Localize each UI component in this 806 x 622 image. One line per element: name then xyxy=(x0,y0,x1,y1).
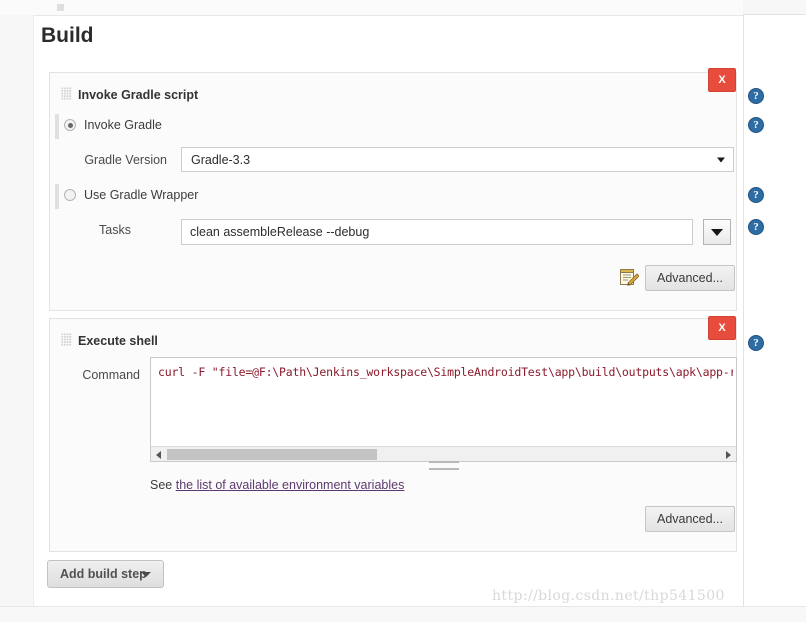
help-icon-gradle-wrapper[interactable]: ? xyxy=(748,187,764,203)
build-step-title-shell: Execute shell xyxy=(78,334,158,348)
advanced-button-shell[interactable]: Advanced... xyxy=(645,506,735,532)
add-build-step-label: Add build step xyxy=(60,567,147,581)
drag-grip-icon[interactable] xyxy=(61,333,72,346)
right-rail-header xyxy=(743,0,806,15)
scrollbar-thumb[interactable] xyxy=(167,449,377,460)
textarea-resize-handle[interactable] xyxy=(429,461,459,470)
radio-invoke-gradle[interactable] xyxy=(64,119,76,131)
gradle-version-select[interactable]: Gradle-3.3 xyxy=(181,147,734,172)
chevron-down-icon xyxy=(141,572,151,577)
label-gradle-version: Gradle Version xyxy=(84,153,167,167)
env-variables-hint: See the list of available environment va… xyxy=(150,478,404,492)
command-horizontal-scrollbar[interactable] xyxy=(151,446,736,461)
scroll-left-icon[interactable] xyxy=(156,451,161,459)
help-icon-gradle-step[interactable]: ? xyxy=(748,88,764,104)
chevron-down-icon xyxy=(717,157,725,162)
gradle-version-value: Gradle-3.3 xyxy=(191,152,251,167)
add-build-step-button[interactable]: Add build step xyxy=(47,560,164,588)
page-frame: Build Invoke Gradle script X Invoke Grad… xyxy=(0,0,806,622)
advanced-button-gradle[interactable]: Advanced... xyxy=(645,265,735,291)
scroll-right-icon[interactable] xyxy=(726,451,731,459)
tasks-dropdown-button[interactable] xyxy=(703,219,731,245)
help-icon-execute-shell[interactable]: ? xyxy=(748,335,764,351)
bottom-strip xyxy=(0,606,806,622)
env-variables-link[interactable]: the list of available environment variab… xyxy=(176,478,405,492)
notepad-pencil-icon[interactable] xyxy=(619,268,640,286)
build-step-title-gradle: Invoke Gradle script xyxy=(78,88,199,102)
label-command: Command xyxy=(82,368,140,382)
remove-step-shell-button[interactable]: X xyxy=(708,316,736,340)
top-marker-dot xyxy=(57,4,64,11)
watermark: http://blog.csdn.net/thp541500 xyxy=(492,588,725,604)
help-icon-invoke-gradle[interactable]: ? xyxy=(748,117,764,133)
top-strip xyxy=(0,0,806,15)
label-tasks: Tasks xyxy=(99,223,131,237)
env-hint-prefix: See xyxy=(150,478,173,492)
drag-grip-icon[interactable] xyxy=(61,87,72,100)
tasks-input-value: clean assembleRelease --debug xyxy=(190,225,370,239)
radio-use-gradle-wrapper[interactable] xyxy=(64,189,76,201)
indent-bar-use-wrapper xyxy=(55,184,59,209)
command-textarea-value: curl -F "file=@F:\Path\Jenkins_workspace… xyxy=(158,365,733,379)
remove-step-gradle-button[interactable]: X xyxy=(708,68,736,92)
indent-bar-invoke-gradle xyxy=(55,114,59,139)
tasks-input[interactable]: clean assembleRelease --debug xyxy=(181,219,693,245)
help-icon-tasks[interactable]: ? xyxy=(748,219,764,235)
advanced-button-gradle-label: Advanced... xyxy=(656,271,723,285)
advanced-button-shell-label: Advanced... xyxy=(656,512,723,526)
radio-label-use-gradle-wrapper: Use Gradle Wrapper xyxy=(84,188,199,202)
radio-label-invoke-gradle: Invoke Gradle xyxy=(84,118,162,132)
command-textarea[interactable]: curl -F "file=@F:\Path\Jenkins_workspace… xyxy=(150,357,737,462)
page-title: Build xyxy=(41,24,94,47)
